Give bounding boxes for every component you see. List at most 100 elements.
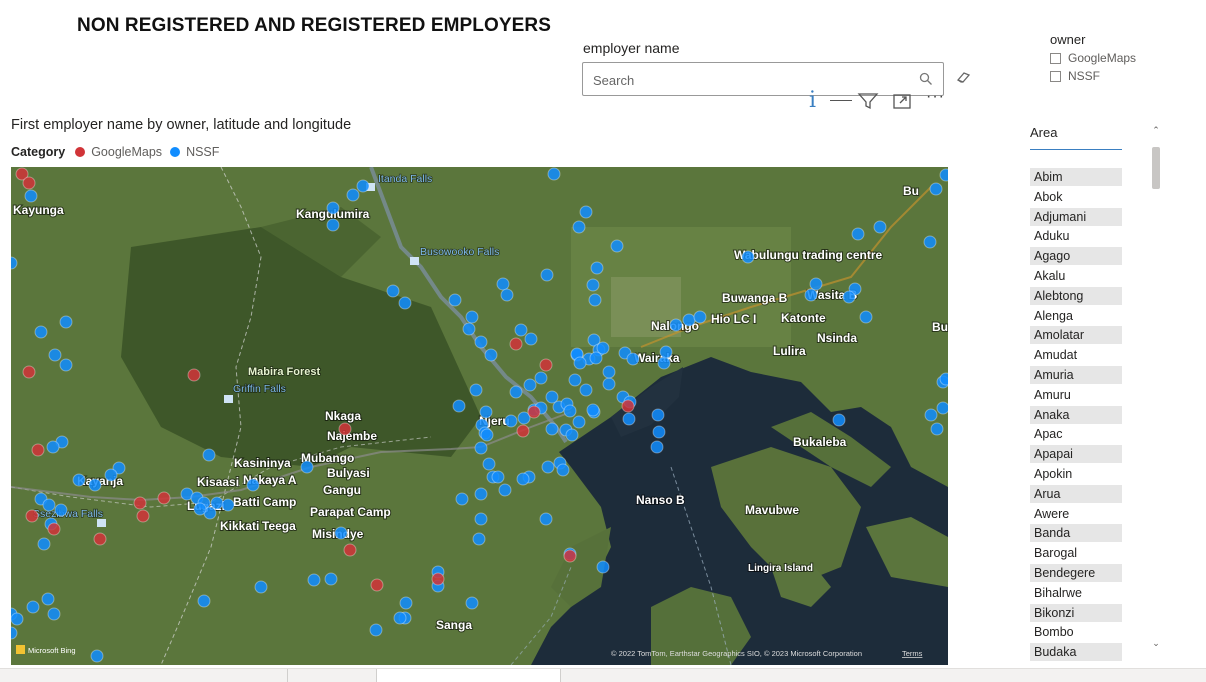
- nssf-point[interactable]: [479, 405, 493, 419]
- nssf-point[interactable]: [346, 188, 360, 202]
- nssf-point[interactable]: [246, 478, 260, 492]
- nssf-point[interactable]: [596, 560, 610, 574]
- nssf-point[interactable]: [202, 448, 216, 462]
- info-icon[interactable]: i: [809, 88, 816, 113]
- nssf-point[interactable]: [579, 383, 593, 397]
- nssf-point[interactable]: [193, 502, 207, 516]
- area-item[interactable]: Bendegere: [1030, 563, 1122, 582]
- nssf-point[interactable]: [804, 288, 818, 302]
- nssf-point[interactable]: [41, 592, 55, 606]
- nssf-point[interactable]: [572, 415, 586, 429]
- area-item[interactable]: Apapai: [1030, 445, 1122, 464]
- nssf-point[interactable]: [930, 422, 944, 436]
- nssf-point[interactable]: [393, 611, 407, 625]
- nssf-point[interactable]: [588, 293, 602, 307]
- area-item[interactable]: Awere: [1030, 505, 1122, 523]
- nssf-point[interactable]: [334, 526, 348, 540]
- nssf-point[interactable]: [474, 335, 488, 349]
- nssf-point[interactable]: [622, 412, 636, 426]
- area-item[interactable]: Adjumani: [1030, 207, 1122, 226]
- nssf-point[interactable]: [602, 365, 616, 379]
- nssf-point[interactable]: [534, 371, 548, 385]
- nssf-point[interactable]: [472, 532, 486, 546]
- area-item[interactable]: Abok: [1030, 188, 1122, 206]
- area-item[interactable]: Barogal: [1030, 544, 1122, 562]
- area-slicer-header[interactable]: Area: [1030, 125, 1122, 150]
- nssf-point[interactable]: [541, 460, 555, 474]
- nssf-point[interactable]: [659, 345, 673, 359]
- nssf-point[interactable]: [610, 239, 624, 253]
- nssf-point[interactable]: [498, 483, 512, 497]
- owner-option-googlemaps[interactable]: GoogleMaps: [1050, 51, 1136, 65]
- owner-option-nssf[interactable]: NSSF: [1050, 69, 1100, 83]
- nssf-point[interactable]: [48, 348, 62, 362]
- nssf-point[interactable]: [452, 399, 466, 413]
- nssf-point[interactable]: [509, 385, 523, 399]
- nssf-point[interactable]: [399, 596, 413, 610]
- googlemaps-point[interactable]: [187, 368, 201, 382]
- nssf-point[interactable]: [524, 332, 538, 346]
- area-item[interactable]: Abim: [1030, 168, 1122, 186]
- nssf-point[interactable]: [356, 179, 370, 193]
- nssf-point[interactable]: [682, 313, 696, 327]
- checkbox[interactable]: [1050, 52, 1061, 64]
- scroll-thumb[interactable]: [1152, 147, 1160, 189]
- nssf-point[interactable]: [210, 496, 224, 510]
- nssf-point[interactable]: [936, 401, 948, 415]
- nssf-point[interactable]: [307, 573, 321, 587]
- nssf-point[interactable]: [669, 318, 683, 332]
- nssf-point[interactable]: [469, 383, 483, 397]
- nssf-point[interactable]: [650, 440, 664, 454]
- nssf-point[interactable]: [11, 612, 24, 626]
- nssf-point[interactable]: [851, 227, 865, 241]
- googlemaps-point[interactable]: [136, 509, 150, 523]
- nssf-point[interactable]: [568, 373, 582, 387]
- nssf-point[interactable]: [586, 403, 600, 417]
- nssf-point[interactable]: [484, 348, 498, 362]
- nssf-point[interactable]: [939, 372, 948, 386]
- terms-link[interactable]: Terms: [902, 649, 923, 658]
- googlemaps-point[interactable]: [22, 365, 36, 379]
- nssf-point[interactable]: [590, 261, 604, 275]
- area-item[interactable]: Amuria: [1030, 365, 1122, 384]
- nssf-point[interactable]: [254, 580, 268, 594]
- area-item[interactable]: Bombo: [1030, 623, 1122, 641]
- nssf-point[interactable]: [589, 351, 603, 365]
- nssf-point[interactable]: [556, 463, 570, 477]
- area-item[interactable]: Banda: [1030, 524, 1122, 543]
- nssf-point[interactable]: [586, 278, 600, 292]
- area-item[interactable]: Alenga: [1030, 307, 1122, 325]
- eraser-icon[interactable]: [956, 71, 971, 83]
- googlemaps-point[interactable]: [25, 509, 39, 523]
- nssf-point[interactable]: [939, 168, 948, 182]
- nssf-point[interactable]: [504, 414, 518, 428]
- map-visual[interactable]: Itanda Falls Busowooko Falls Griffin Fal…: [11, 167, 948, 665]
- legend-item-googlemaps[interactable]: GoogleMaps: [91, 145, 162, 159]
- scroll-down-icon[interactable]: ⌄: [1151, 638, 1161, 649]
- nssf-point[interactable]: [386, 284, 400, 298]
- nssf-point[interactable]: [482, 457, 496, 471]
- googlemaps-point[interactable]: [431, 572, 445, 586]
- googlemaps-point[interactable]: [157, 491, 171, 505]
- nssf-point[interactable]: [42, 498, 56, 512]
- nssf-point[interactable]: [496, 277, 510, 291]
- nssf-point[interactable]: [873, 220, 887, 234]
- nssf-point[interactable]: [104, 468, 118, 482]
- googlemaps-point[interactable]: [539, 358, 553, 372]
- nssf-point[interactable]: [539, 512, 553, 526]
- nssf-point[interactable]: [24, 189, 38, 203]
- nssf-point[interactable]: [929, 182, 943, 196]
- page-tab-active[interactable]: [376, 669, 561, 682]
- area-item[interactable]: Agago: [1030, 247, 1122, 266]
- nssf-point[interactable]: [37, 537, 51, 551]
- googlemaps-point[interactable]: [509, 337, 523, 351]
- googlemaps-point[interactable]: [563, 549, 577, 563]
- more-options-icon[interactable]: ···: [926, 88, 945, 106]
- nssf-point[interactable]: [47, 607, 61, 621]
- nssf-point[interactable]: [88, 478, 102, 492]
- area-item[interactable]: Apac: [1030, 425, 1122, 443]
- nssf-point[interactable]: [842, 290, 856, 304]
- nssf-point[interactable]: [924, 408, 938, 422]
- nssf-point[interactable]: [547, 167, 561, 181]
- area-item[interactable]: Amuru: [1030, 386, 1122, 404]
